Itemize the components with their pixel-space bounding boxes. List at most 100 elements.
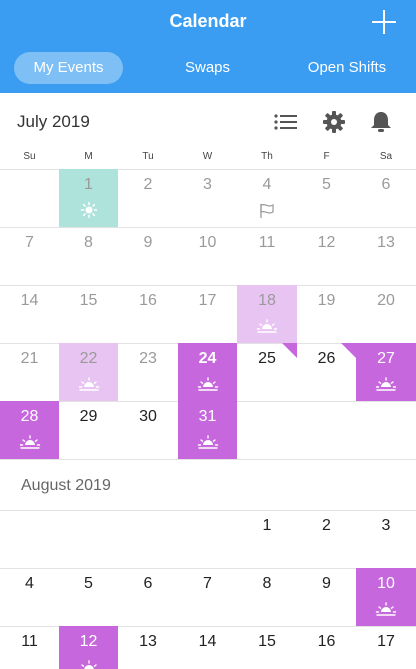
- flag-icon: [256, 202, 278, 219]
- calendar-day-cell[interactable]: 12: [297, 227, 356, 285]
- day-number: 29: [79, 408, 98, 425]
- calendar-day-cell[interactable]: 27: [356, 343, 416, 401]
- calendar-day-cell[interactable]: 9: [297, 568, 356, 626]
- tab-my-events[interactable]: My Events: [14, 52, 123, 84]
- calendar-day-cell[interactable]: 16: [297, 626, 356, 669]
- day-number: 17: [198, 292, 217, 309]
- calendar-day-cell[interactable]: 11: [0, 626, 59, 669]
- calendar-day-cell[interactable]: 20: [356, 285, 416, 343]
- calendar-day-cell[interactable]: 23: [118, 343, 178, 401]
- gear-icon[interactable]: [321, 110, 347, 134]
- day-number: 17: [377, 633, 395, 650]
- day-number: 16: [317, 633, 336, 650]
- calendar-day-cell[interactable]: 5: [59, 568, 118, 626]
- calendar-day-cell[interactable]: 16: [118, 285, 178, 343]
- day-number: 8: [84, 234, 93, 251]
- sunrise-icon: [197, 434, 219, 450]
- day-number: 5: [322, 176, 331, 193]
- calendar-day-cell[interactable]: 3: [356, 510, 416, 568]
- calendar-day-cell[interactable]: 15: [237, 626, 297, 669]
- day-number: 3: [381, 517, 391, 534]
- calendar-day-cell[interactable]: 13: [118, 626, 178, 669]
- weekday-label: Sa: [379, 151, 393, 162]
- day-number: 4: [262, 176, 272, 193]
- calendar-day-cell[interactable]: 11: [237, 227, 297, 285]
- calendar-day-cell[interactable]: 17: [178, 285, 237, 343]
- sunrise-icon: [78, 376, 100, 392]
- calendar-day-cell[interactable]: 14: [0, 285, 59, 343]
- day-number: 31: [198, 408, 217, 425]
- sunrise-icon: [375, 601, 397, 617]
- calendar-day-cell[interactable]: 5: [297, 169, 356, 227]
- tab-swaps[interactable]: Swaps: [160, 52, 255, 84]
- day-number: 19: [317, 292, 336, 309]
- tab-open-shifts[interactable]: Open Shifts: [290, 52, 404, 84]
- day-number: 10: [377, 575, 395, 592]
- weekday-label: W: [202, 151, 213, 162]
- month-title: July 2019: [17, 112, 90, 131]
- calendar-day-cell[interactable]: 24: [178, 343, 237, 401]
- add-plus-icon[interactable]: [372, 10, 396, 34]
- day-number: 22: [79, 350, 98, 367]
- calendar-day-cell[interactable]: 1: [237, 510, 297, 568]
- day-number: 15: [79, 292, 98, 309]
- row-divider: [0, 459, 416, 460]
- calendar-day-cell[interactable]: 29: [59, 401, 118, 459]
- day-number: 20: [377, 292, 395, 309]
- day-number: 9: [322, 575, 331, 592]
- calendar-day-cell[interactable]: 4: [237, 169, 297, 227]
- calendar-day-cell[interactable]: 8: [237, 568, 297, 626]
- calendar-day-cell[interactable]: 6: [118, 568, 178, 626]
- weekday-label: Su: [23, 151, 36, 162]
- calendar-day-cell[interactable]: 28: [0, 401, 59, 459]
- day-number: 3: [203, 176, 212, 193]
- day-number: 13: [139, 633, 157, 650]
- calendar-day-cell[interactable]: 18: [237, 285, 297, 343]
- day-number: 13: [377, 234, 395, 251]
- day-number: 1: [84, 176, 93, 193]
- page-title: Calendar: [169, 11, 247, 31]
- calendar-day-cell[interactable]: 14: [178, 626, 237, 669]
- calendar-day-cell[interactable]: 30: [118, 401, 178, 459]
- day-number: 6: [143, 575, 153, 592]
- calendar-day-cell[interactable]: 10: [178, 227, 237, 285]
- weekday-label: Tu: [142, 151, 154, 162]
- calendar-day-cell[interactable]: 3: [178, 169, 237, 227]
- month-title: August 2019: [21, 477, 111, 494]
- calendar-day-cell[interactable]: 6: [356, 169, 416, 227]
- day-number: 28: [20, 408, 39, 425]
- day-number: 14: [20, 292, 39, 309]
- calendar-day-cell[interactable]: 2: [297, 510, 356, 568]
- day-number: 8: [262, 575, 272, 592]
- day-number: 14: [198, 633, 217, 650]
- weekday-label: F: [323, 151, 330, 162]
- day-number: 6: [381, 176, 391, 193]
- calendar-day-cell[interactable]: 4: [0, 568, 59, 626]
- bell-icon[interactable]: [368, 110, 394, 134]
- sunrise-icon: [375, 376, 397, 392]
- calendar-day-cell[interactable]: 25: [237, 343, 297, 401]
- calendar-day-cell[interactable]: 22: [59, 343, 118, 401]
- calendar-day-cell[interactable]: 10: [356, 568, 416, 626]
- event-corner-marker: [282, 343, 297, 358]
- calendar-day-cell[interactable]: 2: [118, 169, 178, 227]
- calendar-day-cell[interactable]: 15: [59, 285, 118, 343]
- calendar-day-cell[interactable]: 7: [0, 227, 59, 285]
- day-number: 12: [317, 234, 336, 251]
- day-number: 9: [143, 234, 153, 251]
- calendar-day-cell[interactable]: 12: [59, 626, 118, 669]
- calendar-day-cell[interactable]: 26: [297, 343, 356, 401]
- event-corner-marker: [341, 343, 356, 358]
- calendar-day-cell[interactable]: 19: [297, 285, 356, 343]
- calendar-day-cell[interactable]: 9: [118, 227, 178, 285]
- calendar-day-cell[interactable]: 1: [59, 169, 118, 227]
- calendar-day-cell[interactable]: 13: [356, 227, 416, 285]
- list-icon[interactable]: [273, 110, 299, 134]
- calendar-day-cell[interactable]: 7: [178, 568, 237, 626]
- sunrise-icon: [256, 318, 278, 334]
- day-number: 23: [139, 350, 157, 367]
- calendar-day-cell[interactable]: 31: [178, 401, 237, 459]
- calendar-day-cell[interactable]: 8: [59, 227, 118, 285]
- calendar-day-cell[interactable]: 17: [356, 626, 416, 669]
- calendar-day-cell[interactable]: 21: [0, 343, 59, 401]
